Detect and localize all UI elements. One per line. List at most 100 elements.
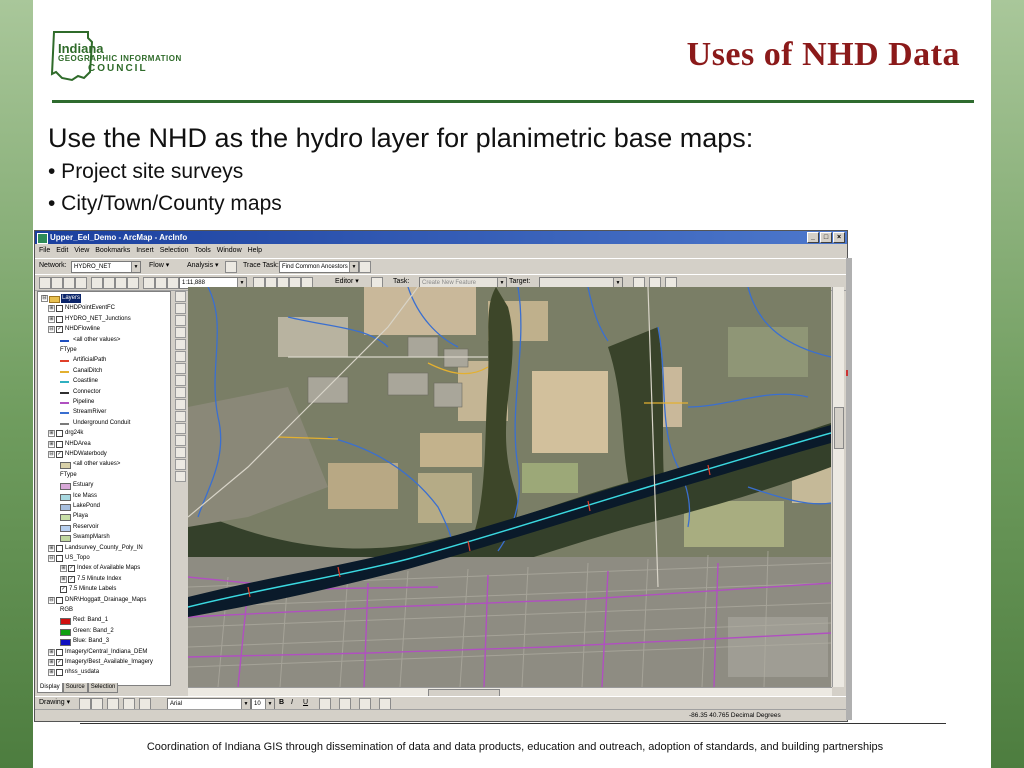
expand-icon[interactable]: ⊞ <box>48 544 55 552</box>
layer-visibility-checkbox[interactable] <box>56 315 63 323</box>
expand-icon[interactable]: ⊞ <box>48 648 55 656</box>
layer-label: drg24k <box>65 430 84 437</box>
zoom-in-icon[interactable] <box>175 291 186 302</box>
layer-visibility-checkbox[interactable] <box>56 648 63 656</box>
flag-tool-icon[interactable] <box>225 261 237 273</box>
zoom-out-icon[interactable] <box>175 303 186 314</box>
flow-menu[interactable]: Flow ▾ <box>149 261 169 271</box>
minimize-button[interactable]: _ <box>807 232 819 243</box>
delete-icon[interactable] <box>127 277 139 289</box>
redo-icon[interactable] <box>155 277 167 289</box>
layer-visibility-checkbox[interactable] <box>56 596 63 604</box>
tab-display[interactable]: Display <box>37 683 63 693</box>
go-to-xy-icon[interactable] <box>175 435 186 446</box>
collapse-icon[interactable]: ⊟ <box>48 596 55 604</box>
layer-visibility-checkbox[interactable] <box>56 430 63 438</box>
html-popup-icon[interactable] <box>175 471 186 482</box>
slide-title: Uses of NHD Data <box>686 36 960 73</box>
expand-icon[interactable]: ⊞ <box>48 305 55 313</box>
layer-visibility-checkbox[interactable]: ✓ <box>68 575 75 583</box>
drawing-menu[interactable]: Drawing ▾ <box>39 698 70 708</box>
layer-visibility-checkbox[interactable] <box>56 669 63 677</box>
font-value: Arial <box>170 701 183 707</box>
maximize-button[interactable]: □ <box>820 232 832 243</box>
new-document-icon[interactable] <box>39 277 51 289</box>
find-icon[interactable] <box>175 423 186 434</box>
layer-visibility-checkbox[interactable]: ✓ <box>68 565 75 573</box>
menu-view[interactable]: View <box>74 247 89 254</box>
measure-icon[interactable] <box>175 447 186 458</box>
collapse-icon[interactable]: ⊟ <box>48 555 55 562</box>
expand-icon[interactable]: ⊞ <box>48 440 55 448</box>
layer-visibility-checkbox[interactable] <box>56 440 63 448</box>
expand-icon[interactable]: ⊞ <box>60 575 67 583</box>
expand-icon[interactable]: ⊞ <box>48 430 55 438</box>
undo-icon[interactable] <box>143 277 155 289</box>
fixed-zoom-out-icon[interactable] <box>175 327 186 338</box>
network-select[interactable]: HYDRO_NET ▼ <box>71 261 141 273</box>
layer-visibility-checkbox[interactable]: ✓ <box>56 659 63 666</box>
analysis-menu[interactable]: Analysis ▾ <box>187 261 219 271</box>
fill-symbol-icon <box>60 524 71 532</box>
tab-selection[interactable]: Selection <box>87 683 119 693</box>
layer-visibility-checkbox[interactable] <box>56 305 63 313</box>
layer-visibility-checkbox[interactable] <box>56 544 63 552</box>
cut-icon[interactable] <box>91 277 103 289</box>
select-features-icon[interactable] <box>175 387 186 398</box>
layer-visibility-checkbox[interactable]: ✓ <box>56 451 63 458</box>
menu-insert[interactable]: Insert <box>136 247 154 254</box>
menu-edit[interactable]: Edit <box>56 247 68 254</box>
solve-trace-icon[interactable] <box>359 261 371 273</box>
paste-icon[interactable] <box>115 277 127 289</box>
menu-bookmarks[interactable]: Bookmarks <box>95 247 130 254</box>
expand-icon[interactable]: ⊞ <box>48 659 55 666</box>
identify-icon[interactable] <box>175 411 186 422</box>
layer-label: 7.5 Minute Index <box>77 575 122 582</box>
title-divider <box>52 100 974 103</box>
layer-visibility-checkbox[interactable]: ✓ <box>56 326 63 334</box>
underline-button[interactable]: U <box>303 698 308 708</box>
tab-source[interactable]: Source <box>62 683 88 693</box>
collapse-icon[interactable]: ⊟ <box>41 295 48 302</box>
bold-button[interactable]: B <box>279 698 284 708</box>
menu-file[interactable]: File <box>39 247 50 254</box>
logo-line-1: Indiana <box>58 41 104 56</box>
scroll-thumb[interactable] <box>834 407 844 449</box>
hyperlink-icon[interactable] <box>175 459 186 470</box>
layer-label: Playa <box>73 513 89 520</box>
back-extent-icon[interactable] <box>175 363 186 374</box>
menu-window[interactable]: Window <box>217 247 242 254</box>
open-folder-icon[interactable] <box>51 277 63 289</box>
map-canvas[interactable] <box>188 287 831 687</box>
select-elements-icon[interactable] <box>175 399 186 410</box>
add-data-icon[interactable] <box>167 277 179 289</box>
expand-icon[interactable]: ⊞ <box>48 315 55 323</box>
expand-icon[interactable]: ⊞ <box>60 565 67 573</box>
layer-visibility-checkbox[interactable] <box>56 555 63 562</box>
right-green-bar <box>991 0 1024 768</box>
trace-task-select[interactable]: Find Common Ancestors ▼ <box>279 261 359 273</box>
forward-extent-icon[interactable] <box>175 375 186 386</box>
expand-icon[interactable]: ⊞ <box>48 669 55 677</box>
save-icon[interactable] <box>63 277 75 289</box>
map-vertical-scrollbar[interactable] <box>832 287 844 687</box>
line-symbol-icon <box>60 381 69 384</box>
layer-visibility-checkbox[interactable]: ✓ <box>60 586 67 594</box>
menu-tools[interactable]: Tools <box>194 247 210 254</box>
menu-help[interactable]: Help <box>248 247 262 254</box>
editor-menu[interactable]: Editor ▾ <box>335 277 359 287</box>
collapse-icon[interactable]: ⊟ <box>48 451 55 458</box>
fixed-zoom-in-icon[interactable] <box>175 315 186 326</box>
copy-icon[interactable] <box>103 277 115 289</box>
window-titlebar[interactable]: Upper_Eel_Demo - ArcMap - ArcInfo _ □ × <box>35 231 847 244</box>
print-icon[interactable] <box>75 277 87 289</box>
close-button[interactable]: × <box>833 232 845 243</box>
layer-label: Red: Band_1 <box>73 617 109 624</box>
italic-button[interactable]: I <box>291 698 293 708</box>
collapse-icon[interactable]: ⊟ <box>48 326 55 334</box>
toc-tab-strip: Display Source Selection <box>37 683 119 694</box>
pan-icon[interactable] <box>175 339 186 350</box>
menu-selection[interactable]: Selection <box>160 247 189 254</box>
map-scale-value: 1:11,888 <box>182 280 205 286</box>
full-extent-icon[interactable] <box>175 351 186 362</box>
